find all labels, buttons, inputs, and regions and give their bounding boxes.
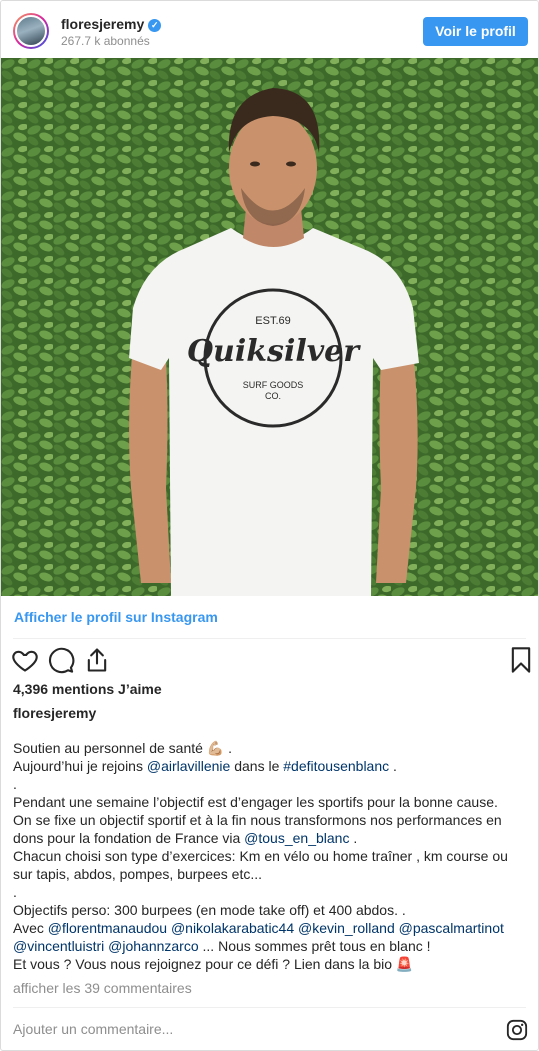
- caption-line: Aujourd’hui je rejoins @airlavillenie da…: [13, 758, 397, 774]
- post-header: floresjeremy ✓ 267.7 k abonnés Voir le pr…: [1, 7, 538, 55]
- mention-link[interactable]: @florentmanaudou: [48, 920, 167, 936]
- username-row[interactable]: floresjeremy ✓: [61, 16, 162, 32]
- view-on-instagram-link[interactable]: Afficher le profil sur Instagram: [14, 609, 218, 625]
- add-comment-field[interactable]: Ajouter un commentaire...: [13, 1021, 173, 1037]
- avatar-image: [15, 15, 47, 47]
- action-bar: [11, 646, 531, 674]
- divider: [13, 1007, 526, 1008]
- caption-line: Avec @florentmanaudou @nikolakarabatic44…: [13, 920, 504, 936]
- caption-line: .: [13, 884, 17, 900]
- caption-line: Objectifs perso: 300 burpees (en mode ta…: [13, 902, 406, 918]
- caption-line: Soutien au personnel de santé 💪🏼 .: [13, 740, 233, 756]
- svg-text:CO.: CO.: [265, 391, 281, 401]
- bookmark-icon[interactable]: [507, 646, 535, 674]
- top-clip: [1, 1, 538, 4]
- caption-line: Chacun choisi son type d’exercices: Km e…: [13, 848, 508, 864]
- caption-line: Pendant une semaine l’objectif est d’eng…: [13, 794, 498, 810]
- mention-link[interactable]: @pascalmartinot: [399, 920, 504, 936]
- mention-link[interactable]: @nikolakarabatic44: [171, 920, 294, 936]
- mention-link[interactable]: @vincentluistri: [13, 938, 104, 954]
- like-count[interactable]: 4,396 mentions J’aime: [13, 681, 162, 697]
- svg-text:EST.69: EST.69: [255, 315, 290, 327]
- avatar[interactable]: [13, 13, 49, 49]
- caption-line: .: [13, 776, 17, 792]
- verified-badge-icon: ✓: [148, 19, 162, 32]
- caption-line: @vincentluistri @johannzarco ... Nous so…: [13, 938, 431, 954]
- mention-link[interactable]: @airlavillenie: [147, 758, 230, 774]
- caption-line: dons pour la fondation de France via @to…: [13, 830, 358, 846]
- caption-line: On se fixe un objectif sportif et à la f…: [13, 812, 502, 828]
- share-icon[interactable]: [83, 646, 111, 674]
- post-caption: Soutien au personnel de santé 💪🏼 . Aujou…: [13, 739, 531, 973]
- caption-author[interactable]: floresjeremy: [13, 705, 96, 721]
- mention-link[interactable]: @kevin_rolland: [298, 920, 395, 936]
- svg-text:Quiksilver: Quiksilver: [187, 334, 361, 369]
- hashtag-link[interactable]: #defitousenblanc: [283, 758, 389, 774]
- mention-link[interactable]: @tous_en_blanc: [244, 830, 349, 846]
- instagram-embed-card: floresjeremy ✓ 267.7 k abonnés Voir le pr…: [0, 0, 539, 1051]
- svg-text:SURF GOODS: SURF GOODS: [243, 380, 304, 390]
- view-profile-button[interactable]: Voir le profil: [423, 17, 528, 46]
- divider: [13, 638, 526, 639]
- view-comments-link[interactable]: afficher les 39 commentaires: [13, 980, 192, 996]
- follower-count: 267.7 k abonnés: [61, 34, 150, 48]
- heart-icon[interactable]: [11, 646, 39, 674]
- comment-icon[interactable]: [47, 646, 75, 674]
- username[interactable]: floresjeremy: [61, 16, 144, 32]
- instagram-logo-icon[interactable]: [506, 1019, 528, 1041]
- caption-line: sur tapis, abdos, pompes, burpees etc...: [13, 866, 263, 882]
- caption-line: Et vous ? Vous nous rejoignez pour ce dé…: [13, 956, 414, 972]
- post-photo[interactable]: EST.69 Quiksilver SURF GOODS CO.: [1, 58, 538, 596]
- mention-link[interactable]: @johannzarco: [108, 938, 199, 954]
